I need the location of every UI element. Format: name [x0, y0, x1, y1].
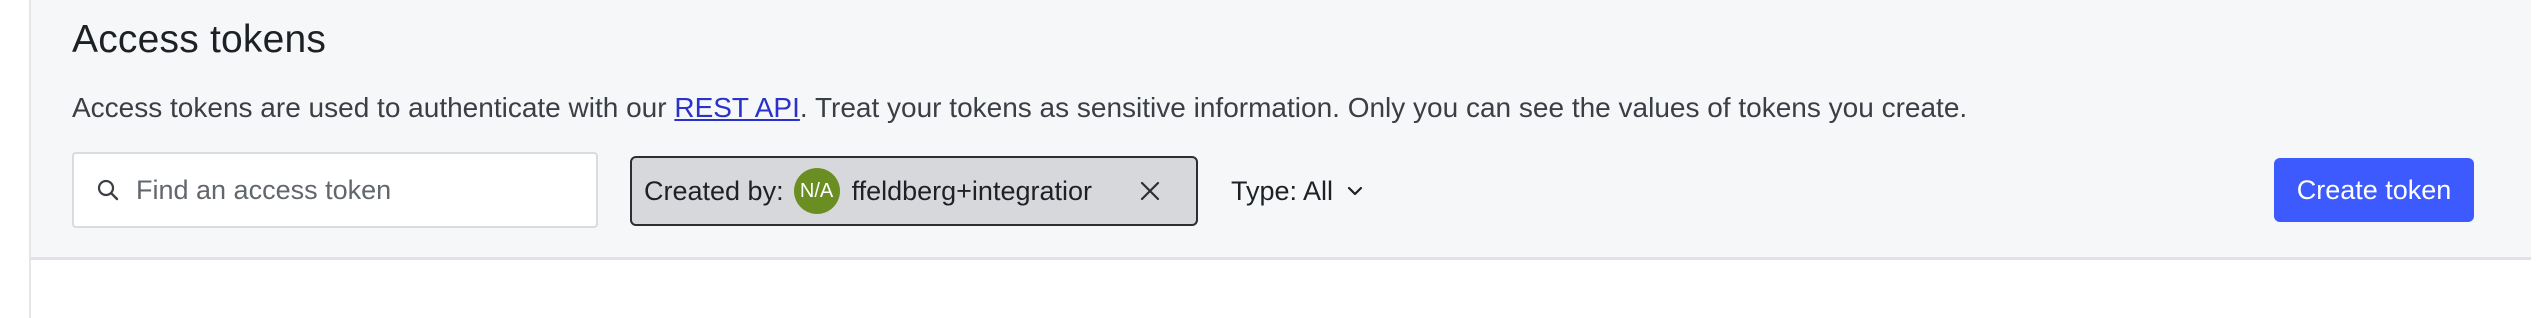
- create-token-button[interactable]: Create token: [2274, 158, 2474, 222]
- rest-api-link[interactable]: REST API: [674, 92, 800, 123]
- access-tokens-header: Access tokens Access tokens are used to …: [31, 0, 2531, 260]
- type-filter-dropdown[interactable]: Type: All: [1231, 166, 1367, 216]
- type-filter-label: Type: All: [1231, 175, 1334, 206]
- token-search[interactable]: [72, 152, 598, 228]
- content-frame: Access tokens Access tokens are used to …: [29, 0, 2531, 318]
- chevron-down-icon: [1343, 179, 1367, 203]
- page-description: Access tokens are used to authenticate w…: [72, 92, 1967, 124]
- description-text-after: . Treat your tokens as sensitive informa…: [799, 92, 1968, 123]
- search-icon: [92, 174, 124, 206]
- avatar: N/A: [793, 168, 840, 214]
- created-by-label: Created by:: [644, 175, 784, 206]
- created-by-user: ffeldberg+integratior: [851, 175, 1092, 206]
- created-by-filter-chip[interactable]: Created by: N/A ffeldberg+integratior: [630, 156, 1198, 226]
- close-icon[interactable]: [1136, 177, 1164, 205]
- search-input[interactable]: [134, 173, 578, 207]
- page-title: Access tokens: [72, 18, 327, 61]
- description-text-before: Access tokens are used to authenticate w…: [72, 92, 675, 123]
